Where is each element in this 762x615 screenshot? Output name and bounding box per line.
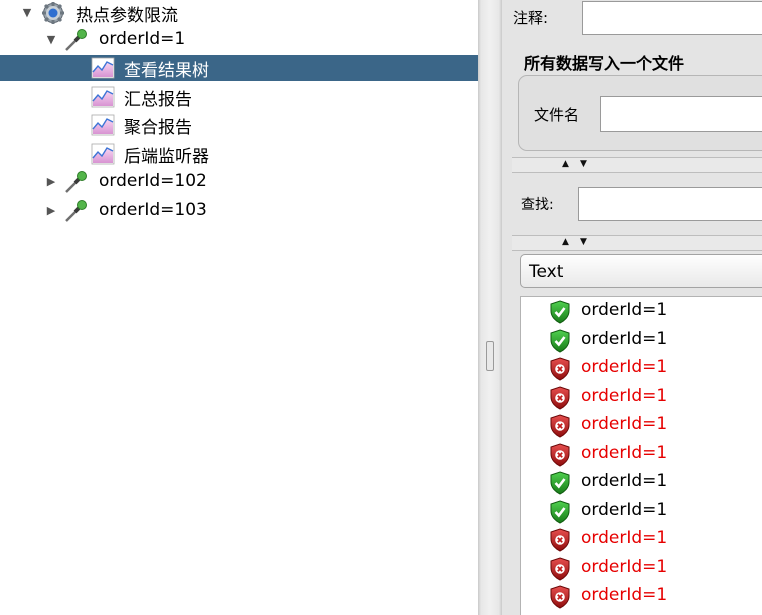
filename-input[interactable] — [600, 96, 762, 132]
result-row[interactable]: orderId=1 — [521, 468, 762, 496]
result-row[interactable]: orderId=1 — [521, 497, 762, 525]
results-tree: orderId=1 orderId=1 orderId=1 orderId=1 orde… — [520, 296, 762, 615]
filename-label: 文件名 — [534, 106, 580, 124]
tree-node-sampler[interactable]: ▼ orderId=1 — [0, 27, 478, 53]
tree-node-listener[interactable]: 汇总报告 — [0, 84, 478, 110]
result-label: orderId=1 — [581, 471, 668, 491]
result-label: orderId=1 — [581, 499, 668, 520]
result-row[interactable]: orderId=1 — [521, 554, 762, 582]
comment-label: 注释: — [513, 9, 549, 27]
error-shield-icon — [550, 442, 570, 467]
tree-node-sampler[interactable]: ▶ orderId=102 — [0, 169, 478, 195]
result-label: orderId=1 — [581, 585, 668, 605]
collapse-down-icon[interactable]: ▼ — [580, 238, 587, 247]
split-divider[interactable]: ▲ ▼ — [512, 157, 762, 173]
tree-node-root[interactable]: ▼ 热点参数限流 — [0, 0, 478, 26]
pipette-icon — [65, 29, 87, 51]
tree-node-listener[interactable]: 聚合报告 — [0, 112, 478, 138]
result-label: orderId=1 — [581, 528, 668, 548]
tree-node-label: 聚合报告 — [124, 118, 192, 138]
tree-node-listener[interactable]: 后端监听器 — [0, 141, 478, 167]
result-label: orderId=1 — [581, 442, 668, 463]
collapse-up-icon[interactable]: ▲ — [562, 160, 569, 169]
result-row[interactable]: orderId=1 — [521, 326, 762, 354]
split-pane-divider[interactable] — [478, 0, 502, 615]
error-shield-icon — [550, 357, 570, 381]
pipette-icon — [65, 171, 87, 193]
tree-node-label: 后端监听器 — [124, 147, 209, 167]
pipette-icon — [65, 200, 87, 222]
expand-right-icon[interactable]: ▶ — [45, 176, 57, 188]
renderer-select-value: Text — [529, 262, 564, 282]
error-shield-icon — [550, 414, 570, 438]
chart-icon — [91, 114, 115, 136]
chart-icon — [91, 57, 115, 79]
test-plan-tree: ▼ 热点参数限流 ▼ orderId=1 查看结果树 汇总报告 聚合报告 后端监听器 … — [0, 0, 478, 615]
renderer-select[interactable]: Text — [520, 254, 762, 288]
error-shield-icon — [550, 385, 570, 410]
comment-input[interactable] — [582, 1, 762, 35]
expand-down-icon[interactable]: ▼ — [45, 34, 57, 46]
result-label: orderId=1 — [581, 300, 668, 320]
tree-node-sampler[interactable]: ▶ orderId=103 — [0, 198, 478, 224]
result-row[interactable]: orderId=1 — [521, 582, 762, 610]
result-label: orderId=1 — [581, 357, 668, 377]
gear-icon — [42, 2, 64, 24]
expand-down-icon[interactable]: ▼ — [21, 7, 33, 19]
result-row[interactable]: orderId=1 — [521, 383, 762, 411]
result-label: orderId=1 — [581, 556, 668, 577]
chart-icon — [91, 143, 115, 165]
result-row[interactable]: orderId=1 — [521, 525, 762, 553]
tree-node-label: orderId=103 — [99, 200, 207, 220]
tree-node-label: 汇总报告 — [124, 90, 192, 110]
tree-node-label: 查看结果树 — [124, 61, 209, 81]
success-shield-icon — [550, 328, 570, 353]
split-divider[interactable]: ▲ ▼ — [512, 235, 762, 251]
success-shield-icon — [550, 300, 570, 324]
error-shield-icon — [550, 528, 570, 552]
result-row[interactable]: orderId=1 — [521, 297, 762, 325]
search-input[interactable] — [578, 187, 762, 221]
result-label: orderId=1 — [581, 414, 668, 434]
search-label: 查找: — [521, 197, 554, 213]
expand-right-icon[interactable]: ▶ — [45, 205, 57, 217]
error-shield-icon — [550, 556, 570, 581]
result-row[interactable]: orderId=1 — [521, 354, 762, 382]
result-row[interactable]: orderId=1 — [521, 411, 762, 439]
result-label: orderId=1 — [581, 328, 668, 349]
success-shield-icon — [550, 499, 570, 524]
chart-icon — [91, 86, 115, 108]
result-label: orderId=1 — [581, 385, 668, 406]
divider-grip[interactable] — [486, 341, 494, 371]
listener-config-panel: 注释: 所有数据写入一个文件 文件名 ▲ ▼ 查找: ▲ ▼ Text orde… — [502, 0, 762, 615]
tree-node-label: orderId=102 — [99, 171, 207, 191]
group-title: 所有数据写入一个文件 — [524, 54, 685, 73]
file-groupbox: 文件名 — [518, 75, 762, 151]
success-shield-icon — [550, 471, 570, 495]
tree-node-label: 热点参数限流 — [76, 6, 178, 26]
collapse-down-icon[interactable]: ▼ — [580, 160, 587, 169]
tree-node-label: orderId=1 — [99, 29, 186, 49]
collapse-up-icon[interactable]: ▲ — [562, 238, 569, 247]
error-shield-icon — [550, 585, 570, 609]
tree-node-listener[interactable]: 查看结果树 — [0, 55, 478, 81]
result-row[interactable]: orderId=1 — [521, 440, 762, 468]
